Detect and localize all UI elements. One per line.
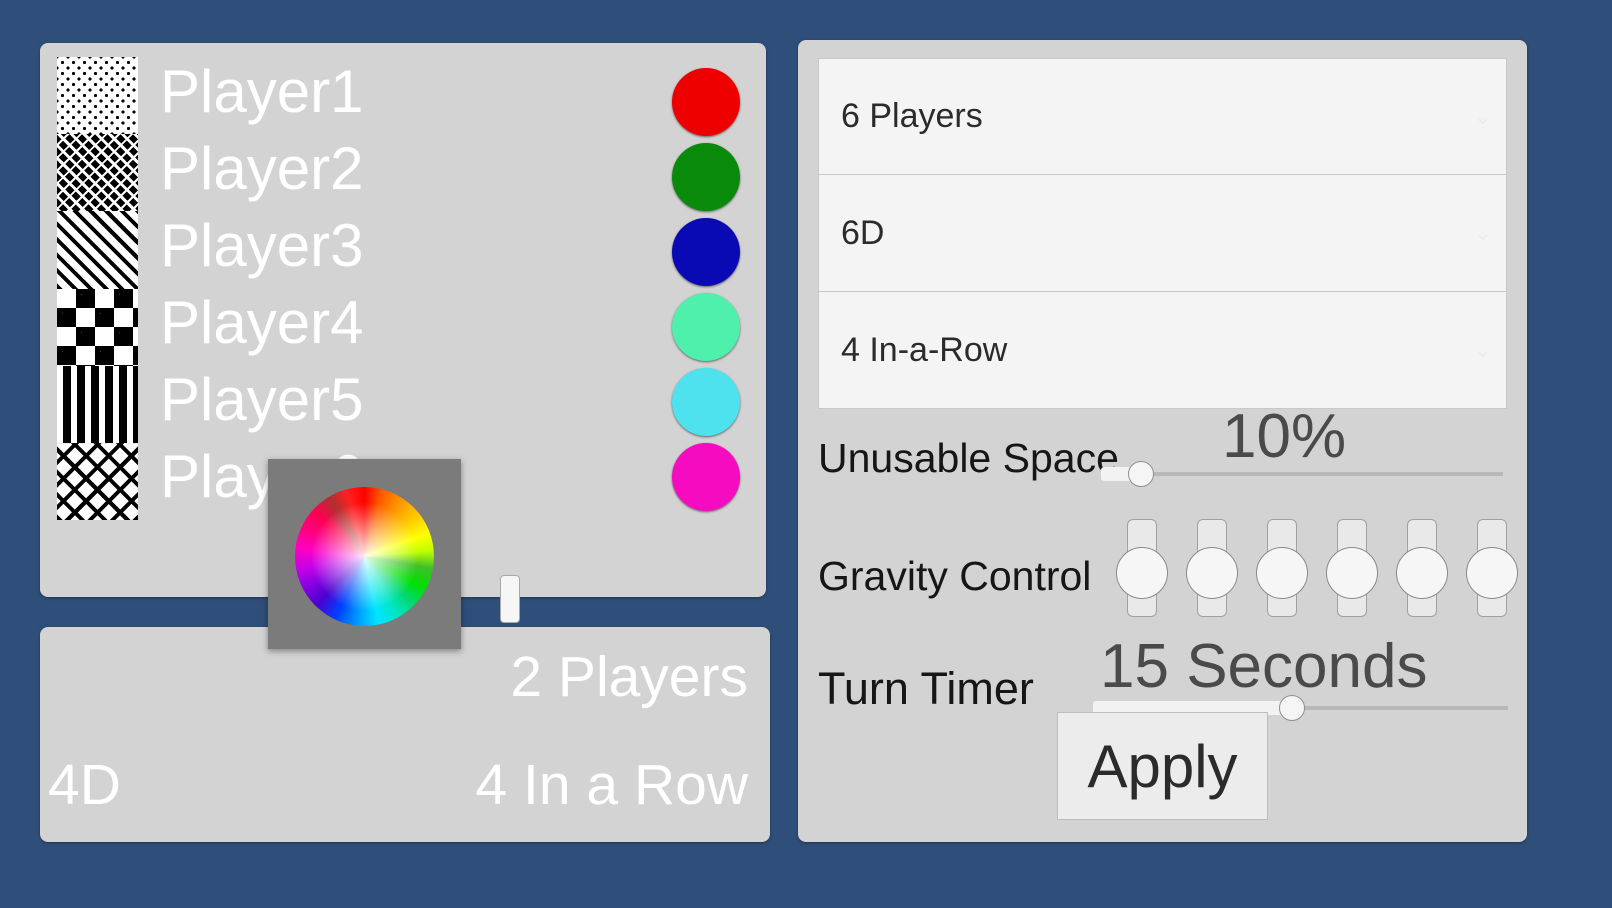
color-wheel-icon[interactable] — [295, 487, 434, 626]
turn-timer-label: Turn Timer — [818, 663, 1034, 714]
diamond-pattern-swatch[interactable] — [57, 442, 138, 521]
gravity-toggle-6[interactable] — [1464, 513, 1520, 623]
player-color-list — [672, 68, 742, 511]
gravity-toggle-5[interactable] — [1394, 513, 1450, 623]
turn-timer-value: 15 Seconds — [1100, 632, 1428, 701]
gravity-toggle-thumb[interactable] — [1186, 547, 1238, 599]
vertical-bars-pattern-swatch[interactable] — [57, 365, 138, 443]
diagonal-stripes-pattern-swatch[interactable] — [57, 211, 138, 289]
player-color-swatch-5[interactable] — [672, 368, 740, 436]
player-name-2[interactable]: Player2 — [160, 130, 646, 207]
gravity-toggle-thumb[interactable] — [1326, 547, 1378, 599]
chevron-down-icon: ⌄ — [1473, 103, 1492, 129]
dimension-select[interactable]: 6D ⌄ — [818, 175, 1507, 292]
player-name-3[interactable]: Player3 — [160, 207, 646, 284]
dots-pattern-swatch[interactable] — [57, 57, 138, 135]
chevron-down-icon: ⌄ — [1473, 220, 1492, 245]
gravity-toggle-1[interactable] — [1114, 513, 1170, 623]
game-summary-panel: 2 Players 4D 4 In a Row — [40, 627, 770, 842]
summary-win-condition: 4 In a Row — [475, 753, 748, 817]
gravity-control-row: Gravity Control — [818, 513, 1518, 633]
player-color-swatch-3[interactable] — [672, 218, 740, 286]
weave-pattern-swatch[interactable] — [57, 134, 138, 212]
gravity-control-label: Gravity Control — [818, 553, 1092, 599]
gravity-toggle-3[interactable] — [1254, 513, 1310, 623]
player-count-select-value: 6 Players — [841, 97, 983, 135]
gravity-toggle-4[interactable] — [1324, 513, 1380, 623]
unusable-space-label: Unusable Space — [818, 435, 1119, 481]
player-name-1[interactable]: Player1 — [160, 53, 646, 130]
color-picker-popup[interactable] — [268, 459, 461, 649]
player-name-5[interactable]: Player5 — [160, 361, 646, 438]
player-name-4[interactable]: Player4 — [160, 284, 646, 361]
player-count-select[interactable]: 6 Players ⌄ — [818, 58, 1507, 175]
summary-dimension: 4D — [48, 753, 121, 817]
player-color-swatch-4[interactable] — [672, 293, 740, 361]
pattern-column — [57, 57, 138, 521]
unusable-space-slider[interactable] — [1101, 461, 1503, 487]
summary-player-count: 2 Players — [510, 645, 748, 709]
win-condition-select[interactable]: 4 In-a-Row ⌄ — [818, 292, 1507, 409]
win-condition-select-value: 4 In-a-Row — [841, 330, 1008, 369]
gravity-toggle-2[interactable] — [1184, 513, 1240, 623]
unusable-space-row: Unusable Space 10% — [818, 402, 1507, 501]
slider-track — [1101, 472, 1503, 476]
gravity-toggle-thumb[interactable] — [1256, 547, 1308, 599]
gravity-toggle-group — [1114, 513, 1520, 623]
chevron-down-icon: ⌄ — [1473, 337, 1492, 362]
select-group: 6 Players ⌄ 6D ⌄ 4 In-a-Row ⌄ — [818, 58, 1507, 409]
gravity-toggle-thumb[interactable] — [1396, 547, 1448, 599]
dimension-select-value: 6D — [841, 213, 885, 252]
player-list-scroll-handle[interactable] — [500, 575, 520, 623]
slider-thumb[interactable] — [1128, 461, 1155, 487]
apply-button-container: Apply — [798, 712, 1527, 820]
gravity-toggle-thumb[interactable] — [1466, 547, 1518, 599]
apply-button[interactable]: Apply — [1057, 712, 1268, 820]
settings-panel: 6 Players ⌄ 6D ⌄ 4 In-a-Row ⌄ Unusable S… — [798, 40, 1527, 842]
player-color-swatch-2[interactable] — [672, 143, 740, 211]
checkerboard-pattern-swatch[interactable] — [57, 288, 138, 366]
gravity-toggle-thumb[interactable] — [1116, 547, 1168, 599]
unusable-space-value: 10% — [1222, 402, 1347, 471]
player-color-swatch-1[interactable] — [672, 68, 740, 136]
player-color-swatch-6[interactable] — [672, 443, 740, 511]
